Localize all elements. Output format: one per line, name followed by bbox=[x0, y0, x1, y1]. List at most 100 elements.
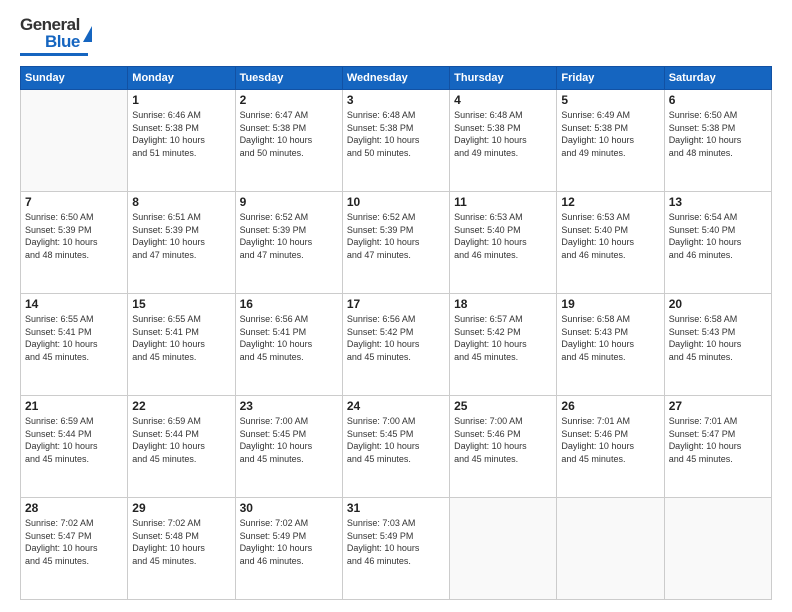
day-info: Sunrise: 6:58 AMSunset: 5:43 PMDaylight:… bbox=[669, 313, 767, 363]
day-number: 6 bbox=[669, 93, 767, 107]
day-cell: 28 Sunrise: 7:02 AMSunset: 5:47 PMDayligh… bbox=[21, 498, 128, 600]
day-number: 18 bbox=[454, 297, 552, 311]
day-number: 13 bbox=[669, 195, 767, 209]
week-row-4: 21 Sunrise: 6:59 AMSunset: 5:44 PMDayligh… bbox=[21, 396, 772, 498]
day-cell bbox=[557, 498, 664, 600]
day-cell: 8 Sunrise: 6:51 AMSunset: 5:39 PMDaylight… bbox=[128, 192, 235, 294]
day-cell: 2 Sunrise: 6:47 AMSunset: 5:38 PMDaylight… bbox=[235, 90, 342, 192]
day-number: 24 bbox=[347, 399, 445, 413]
day-number: 3 bbox=[347, 93, 445, 107]
weekday-tuesday: Tuesday bbox=[235, 67, 342, 90]
week-row-2: 7 Sunrise: 6:50 AMSunset: 5:39 PMDaylight… bbox=[21, 192, 772, 294]
weekday-header-row: SundayMondayTuesdayWednesdayThursdayFrid… bbox=[21, 67, 772, 90]
week-row-5: 28 Sunrise: 7:02 AMSunset: 5:47 PMDayligh… bbox=[21, 498, 772, 600]
day-info: Sunrise: 6:50 AMSunset: 5:38 PMDaylight:… bbox=[669, 109, 767, 159]
day-cell bbox=[664, 498, 771, 600]
day-number: 5 bbox=[561, 93, 659, 107]
day-info: Sunrise: 6:48 AMSunset: 5:38 PMDaylight:… bbox=[347, 109, 445, 159]
day-number: 31 bbox=[347, 501, 445, 515]
day-number: 25 bbox=[454, 399, 552, 413]
day-cell: 21 Sunrise: 6:59 AMSunset: 5:44 PMDayligh… bbox=[21, 396, 128, 498]
day-info: Sunrise: 6:47 AMSunset: 5:38 PMDaylight:… bbox=[240, 109, 338, 159]
weekday-monday: Monday bbox=[128, 67, 235, 90]
day-number: 21 bbox=[25, 399, 123, 413]
day-cell: 15Sunrise: 6:55 AMSunset: 5:41 PMDayligh… bbox=[128, 294, 235, 396]
day-cell: 17 Sunrise: 6:56 AMSunset: 5:42 PMDayligh… bbox=[342, 294, 449, 396]
day-number: 11 bbox=[454, 195, 552, 209]
day-info: Sunrise: 6:51 AMSunset: 5:39 PMDaylight:… bbox=[132, 211, 230, 261]
day-info: Sunrise: 6:57 AMSunset: 5:42 PMDaylight:… bbox=[454, 313, 552, 363]
day-info: Sunrise: 6:56 AMSunset: 5:42 PMDaylight:… bbox=[347, 313, 445, 363]
day-cell: 25 Sunrise: 7:00 AMSunset: 5:46 PMDayligh… bbox=[450, 396, 557, 498]
day-info: Sunrise: 7:00 AMSunset: 5:45 PMDaylight:… bbox=[240, 415, 338, 465]
day-number: 26 bbox=[561, 399, 659, 413]
calendar-table: SundayMondayTuesdayWednesdayThursdayFrid… bbox=[20, 66, 772, 600]
day-cell: 29 Sunrise: 7:02 AMSunset: 5:48 PMDayligh… bbox=[128, 498, 235, 600]
weekday-saturday: Saturday bbox=[664, 67, 771, 90]
day-number: 12 bbox=[561, 195, 659, 209]
day-number: 2 bbox=[240, 93, 338, 107]
day-cell: 20 Sunrise: 6:58 AMSunset: 5:43 PMDayligh… bbox=[664, 294, 771, 396]
day-number: 20 bbox=[669, 297, 767, 311]
day-info: Sunrise: 6:53 AMSunset: 5:40 PMDaylight:… bbox=[561, 211, 659, 261]
day-info: Sunrise: 6:55 AMSunset: 5:41 PMDaylight:… bbox=[25, 313, 123, 363]
day-info: Sunrise: 7:01 AMSunset: 5:47 PMDaylight:… bbox=[669, 415, 767, 465]
day-info: Sunrise: 6:46 AMSunset: 5:38 PMDaylight:… bbox=[132, 109, 230, 159]
day-cell: 14 Sunrise: 6:55 AMSunset: 5:41 PMDayligh… bbox=[21, 294, 128, 396]
day-info: Sunrise: 6:52 AMSunset: 5:39 PMDaylight:… bbox=[240, 211, 338, 261]
day-cell bbox=[450, 498, 557, 600]
logo: General Blue bbox=[20, 16, 92, 56]
day-cell: 1Sunrise: 6:46 AMSunset: 5:38 PMDaylight… bbox=[128, 90, 235, 192]
day-number: 10 bbox=[347, 195, 445, 209]
day-info: Sunrise: 6:56 AMSunset: 5:41 PMDaylight:… bbox=[240, 313, 338, 363]
day-cell: 5 Sunrise: 6:49 AMSunset: 5:38 PMDaylight… bbox=[557, 90, 664, 192]
day-cell: 19Sunrise: 6:58 AMSunset: 5:43 PMDayligh… bbox=[557, 294, 664, 396]
day-number: 30 bbox=[240, 501, 338, 515]
day-cell: 4 Sunrise: 6:48 AMSunset: 5:38 PMDaylight… bbox=[450, 90, 557, 192]
day-number: 4 bbox=[454, 93, 552, 107]
day-number: 16 bbox=[240, 297, 338, 311]
day-number: 17 bbox=[347, 297, 445, 311]
weekday-sunday: Sunday bbox=[21, 67, 128, 90]
day-number: 7 bbox=[25, 195, 123, 209]
day-info: Sunrise: 7:02 AMSunset: 5:48 PMDaylight:… bbox=[132, 517, 230, 567]
day-cell: 7 Sunrise: 6:50 AMSunset: 5:39 PMDaylight… bbox=[21, 192, 128, 294]
day-number: 27 bbox=[669, 399, 767, 413]
day-cell: 26Sunrise: 7:01 AMSunset: 5:46 PMDayligh… bbox=[557, 396, 664, 498]
day-number: 8 bbox=[132, 195, 230, 209]
day-info: Sunrise: 6:54 AMSunset: 5:40 PMDaylight:… bbox=[669, 211, 767, 261]
day-info: Sunrise: 6:48 AMSunset: 5:38 PMDaylight:… bbox=[454, 109, 552, 159]
day-number: 29 bbox=[132, 501, 230, 515]
day-cell: 27 Sunrise: 7:01 AMSunset: 5:47 PMDayligh… bbox=[664, 396, 771, 498]
weekday-wednesday: Wednesday bbox=[342, 67, 449, 90]
page: General Blue SundayMondayTuesdayWednesda… bbox=[0, 0, 792, 612]
day-cell: 3 Sunrise: 6:48 AMSunset: 5:38 PMDaylight… bbox=[342, 90, 449, 192]
week-row-1: 1Sunrise: 6:46 AMSunset: 5:38 PMDaylight… bbox=[21, 90, 772, 192]
day-info: Sunrise: 6:52 AMSunset: 5:39 PMDaylight:… bbox=[347, 211, 445, 261]
day-number: 22 bbox=[132, 399, 230, 413]
day-cell: 23 Sunrise: 7:00 AMSunset: 5:45 PMDayligh… bbox=[235, 396, 342, 498]
day-info: Sunrise: 6:49 AMSunset: 5:38 PMDaylight:… bbox=[561, 109, 659, 159]
day-number: 15 bbox=[132, 297, 230, 311]
day-info: Sunrise: 7:00 AMSunset: 5:46 PMDaylight:… bbox=[454, 415, 552, 465]
day-info: Sunrise: 6:53 AMSunset: 5:40 PMDaylight:… bbox=[454, 211, 552, 261]
day-cell bbox=[21, 90, 128, 192]
day-info: Sunrise: 7:02 AMSunset: 5:47 PMDaylight:… bbox=[25, 517, 123, 567]
day-info: Sunrise: 6:50 AMSunset: 5:39 PMDaylight:… bbox=[25, 211, 123, 261]
day-cell: 9Sunrise: 6:52 AMSunset: 5:39 PMDaylight… bbox=[235, 192, 342, 294]
day-info: Sunrise: 6:58 AMSunset: 5:43 PMDaylight:… bbox=[561, 313, 659, 363]
weekday-thursday: Thursday bbox=[450, 67, 557, 90]
day-number: 14 bbox=[25, 297, 123, 311]
day-info: Sunrise: 7:03 AMSunset: 5:49 PMDaylight:… bbox=[347, 517, 445, 567]
day-cell: 24 Sunrise: 7:00 AMSunset: 5:45 PMDayligh… bbox=[342, 396, 449, 498]
day-cell: 12 Sunrise: 6:53 AMSunset: 5:40 PMDayligh… bbox=[557, 192, 664, 294]
day-info: Sunrise: 7:00 AMSunset: 5:45 PMDaylight:… bbox=[347, 415, 445, 465]
day-info: Sunrise: 6:59 AMSunset: 5:44 PMDaylight:… bbox=[25, 415, 123, 465]
day-info: Sunrise: 6:59 AMSunset: 5:44 PMDaylight:… bbox=[132, 415, 230, 465]
day-cell: 10 Sunrise: 6:52 AMSunset: 5:39 PMDayligh… bbox=[342, 192, 449, 294]
day-cell: 18 Sunrise: 6:57 AMSunset: 5:42 PMDayligh… bbox=[450, 294, 557, 396]
day-cell: 30Sunrise: 7:02 AMSunset: 5:49 PMDayligh… bbox=[235, 498, 342, 600]
day-number: 23 bbox=[240, 399, 338, 413]
logo-blue: Blue bbox=[45, 33, 80, 50]
day-number: 28 bbox=[25, 501, 123, 515]
